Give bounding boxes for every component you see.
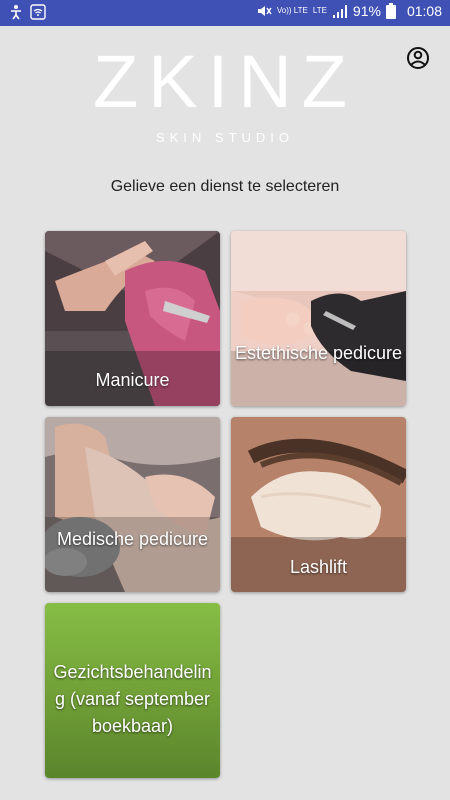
service-label: Estethische pedicure bbox=[234, 343, 403, 363]
service-tile-manicure[interactable]: Manicure bbox=[45, 231, 220, 406]
wifi-icon bbox=[30, 4, 46, 20]
service-label: Medische pedicure bbox=[56, 529, 209, 549]
select-service-prompt: Gelieve een dienst te selecteren bbox=[110, 178, 340, 195]
logo-tagline: SKIN STUDIO bbox=[155, 130, 295, 145]
status-bar: Vo)) LTE LTE 91% 01:08 bbox=[0, 0, 450, 26]
service-tile-medische-pedicure[interactable]: Medische pedicure bbox=[45, 417, 220, 592]
service-label: Lashlift bbox=[289, 557, 348, 577]
network-indicator: LTE bbox=[312, 6, 327, 15]
battery-percent: 91% bbox=[352, 3, 381, 19]
battery-icon bbox=[385, 3, 402, 19]
clock: 01:08 bbox=[406, 3, 442, 19]
account-button[interactable] bbox=[406, 46, 430, 70]
pedicure-photo bbox=[231, 231, 406, 406]
service-tile-gezichtsbehandeling[interactable]: Gezichtsbehandeling (vanaf september boe… bbox=[45, 603, 220, 778]
service-tile-lashlift[interactable]: Lashlift bbox=[231, 417, 406, 592]
medical-pedicure-photo bbox=[45, 417, 220, 592]
accessibility-icon bbox=[8, 4, 24, 20]
brand-logo: ZKINZ SKIN STUDIO bbox=[0, 40, 450, 146]
signal-icon bbox=[332, 3, 348, 19]
service-tile-estethische-pedicure[interactable]: Estethische pedicure bbox=[231, 231, 406, 406]
service-label: Manicure bbox=[95, 370, 170, 390]
volte-indicator: Vo)) LTE bbox=[276, 6, 308, 15]
logo-wordmark: ZKINZ bbox=[93, 40, 357, 123]
service-label: Gezichtsbehandeling (vanaf september boe… bbox=[53, 662, 212, 736]
mute-icon bbox=[256, 3, 272, 19]
user-icon bbox=[407, 47, 429, 69]
